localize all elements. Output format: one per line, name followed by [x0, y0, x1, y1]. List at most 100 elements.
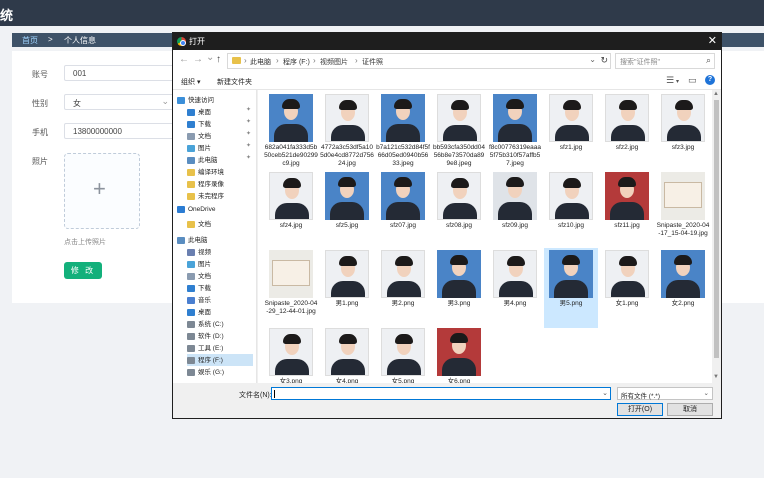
- file-item[interactable]: b7a121c532d84f5f66d05ed0940b5633.jpeg: [376, 92, 430, 172]
- chevron-down-icon[interactable]: ⌄: [602, 389, 608, 397]
- sidebar-item[interactable]: 音乐: [187, 294, 253, 306]
- file-item[interactable]: sfz11.jpg: [600, 170, 654, 250]
- chevron-down-icon[interactable]: ▾: [676, 78, 679, 85]
- file-item[interactable]: 4772a3c53df5a105d0e4cd8772d75624.jpg: [320, 92, 374, 172]
- portrait-body: [331, 125, 365, 141]
- account-field[interactable]: 001: [64, 65, 174, 81]
- sidebar-item-label: OneDrive: [188, 206, 216, 214]
- file-item[interactable]: sfz10.jpg: [544, 170, 598, 250]
- help-icon[interactable]: ?: [705, 75, 715, 85]
- sidebar-item[interactable]: 此电脑: [177, 234, 253, 246]
- file-item[interactable]: 男3.png: [432, 248, 486, 328]
- scroll-down-icon[interactable]: ▼: [713, 374, 719, 380]
- sidebar-item[interactable]: 桌面 ✦: [187, 106, 253, 118]
- sidebar-item[interactable]: 程序 (F:): [187, 354, 253, 366]
- sidebar-item[interactable]: 文档: [187, 270, 253, 282]
- download-icon: [187, 284, 195, 292]
- file-item[interactable]: f8c00776319eaaa5f75b310f57affb57.jpeg: [488, 92, 542, 172]
- file-item[interactable]: 女1.png: [600, 248, 654, 328]
- submit-button[interactable]: 修 改: [64, 262, 102, 279]
- breadcrumb-home[interactable]: 首页: [22, 35, 38, 46]
- file-item[interactable]: 女3.png: [264, 326, 318, 383]
- new-folder-button[interactable]: 新建文件夹: [217, 77, 252, 87]
- file-item[interactable]: sfz2.jpg: [600, 92, 654, 172]
- file-item[interactable]: Snipaste_2020-04-17_15-04-19.jpg: [656, 170, 710, 250]
- organize-menu[interactable]: 组织 ▾: [181, 77, 200, 87]
- file-item[interactable]: 男5.png: [544, 248, 598, 328]
- sidebar-item-label: 快速访问: [188, 97, 214, 104]
- recent-locations-icon[interactable]: ⌄: [206, 52, 214, 63]
- sidebar-item[interactable]: 图片 ✦: [187, 142, 253, 154]
- file-item[interactable]: 女6.png: [432, 326, 486, 383]
- chevron-down-icon[interactable]: ⌄: [589, 55, 596, 64]
- file-item[interactable]: Snipaste_2020-04-29_12-44-01.jpg: [264, 248, 318, 328]
- open-button[interactable]: 打开(O): [617, 403, 663, 416]
- file-item[interactable]: sfz4.jpg: [264, 170, 318, 250]
- up-arrow-icon[interactable]: ↑: [216, 54, 221, 65]
- computer-icon: [187, 156, 195, 164]
- file-item[interactable]: 女4.png: [320, 326, 374, 383]
- drive-icon: [187, 320, 195, 328]
- file-item[interactable]: sfz09.jpg: [488, 170, 542, 250]
- document-icon: [187, 272, 195, 280]
- portrait-body: [442, 280, 476, 298]
- file-item[interactable]: 女5.png: [376, 326, 430, 383]
- file-item[interactable]: 男1.png: [320, 248, 374, 328]
- cancel-button[interactable]: 取消: [667, 403, 713, 416]
- phone-field[interactable]: 13800000000: [64, 123, 174, 139]
- preview-pane-icon[interactable]: ▭: [688, 75, 697, 86]
- sidebar-item[interactable]: 系统 (C:): [187, 318, 253, 330]
- sidebar-item[interactable]: 快速访问: [177, 94, 253, 106]
- file-item[interactable]: bb593cfa350dd0456b8e73570da899e8.jpeg: [432, 92, 486, 172]
- photo-upload-box[interactable]: +: [64, 153, 140, 229]
- portrait-body: [386, 202, 420, 220]
- vertical-scrollbar[interactable]: ▲ ▼: [712, 90, 721, 383]
- sidebar-item[interactable]: 未完程序: [187, 190, 253, 202]
- sidebar-item[interactable]: 图片: [187, 258, 253, 270]
- sidebar-item[interactable]: 下载 ✦: [187, 118, 253, 130]
- sidebar-item[interactable]: 此电脑 ✦: [187, 154, 253, 166]
- file-item[interactable]: 682a041fa333d5b50ceb521de90299c9.jpg: [264, 92, 318, 172]
- sidebar-item[interactable]: 下载: [187, 282, 253, 294]
- file-item[interactable]: sfz07.jpg: [376, 170, 430, 250]
- sidebar-item[interactable]: 文档 ✦: [187, 130, 253, 142]
- file-item[interactable]: sfz08.jpg: [432, 170, 486, 250]
- forward-arrow-icon[interactable]: →: [193, 54, 203, 65]
- file-item[interactable]: sfz3.jpg: [656, 92, 710, 172]
- sidebar-item[interactable]: 软件 (D:): [187, 330, 253, 342]
- file-thumbnail: [269, 172, 313, 220]
- file-item[interactable]: 男2.png: [376, 248, 430, 328]
- sidebar-item[interactable]: 工具 (E:): [187, 342, 253, 354]
- address-segment[interactable]: 视频图片: [320, 57, 348, 67]
- sidebar-item[interactable]: 编译环境: [187, 166, 253, 178]
- sidebar-item[interactable]: 文档: [187, 218, 253, 230]
- file-item[interactable]: 男4.png: [488, 248, 542, 328]
- sidebar-item[interactable]: OneDrive: [177, 206, 253, 218]
- address-segment[interactable]: 证件照: [362, 57, 383, 67]
- chrome-icon: [177, 37, 186, 46]
- view-options-icon[interactable]: ☰: [666, 75, 674, 86]
- file-item[interactable]: 女2.png: [656, 248, 710, 328]
- search-box[interactable]: 搜索"证件照" ⌕: [615, 53, 715, 69]
- navigation-bar: ← → ⌄ ↑ › 此电脑 › 程序 (F:) › 视频图片 › 证件照 ⌄ ↻…: [173, 50, 721, 72]
- close-icon[interactable]: ✕: [708, 34, 717, 47]
- scrollbar-thumb[interactable]: [714, 100, 719, 358]
- scroll-up-icon[interactable]: ▲: [713, 91, 719, 97]
- refresh-icon[interactable]: ↻: [600, 55, 608, 66]
- pin-icon: ✦: [245, 107, 251, 113]
- file-item[interactable]: sfz1.jpg: [544, 92, 598, 172]
- filetype-select[interactable]: 所有文件 (*.*) ⌄: [617, 387, 713, 400]
- sidebar-item[interactable]: 娱乐 (G:): [187, 366, 253, 378]
- portrait-hair: [619, 100, 637, 110]
- sidebar-item-label: 编译环境: [198, 169, 224, 176]
- back-arrow-icon[interactable]: ←: [179, 54, 189, 65]
- filename-input[interactable]: ⌄: [271, 387, 611, 400]
- gender-select[interactable]: 女 ⌄: [64, 94, 174, 110]
- address-bar[interactable]: › 此电脑 › 程序 (F:) › 视频图片 › 证件照 ⌄ ↻: [227, 53, 611, 69]
- address-segment[interactable]: 程序 (F:): [283, 57, 310, 67]
- sidebar-item[interactable]: 视频: [187, 246, 253, 258]
- sidebar-item[interactable]: 程序录像: [187, 178, 253, 190]
- file-item[interactable]: sfz5.jpg: [320, 170, 374, 250]
- address-segment[interactable]: 此电脑: [250, 57, 271, 67]
- sidebar-item[interactable]: 桌面: [187, 306, 253, 318]
